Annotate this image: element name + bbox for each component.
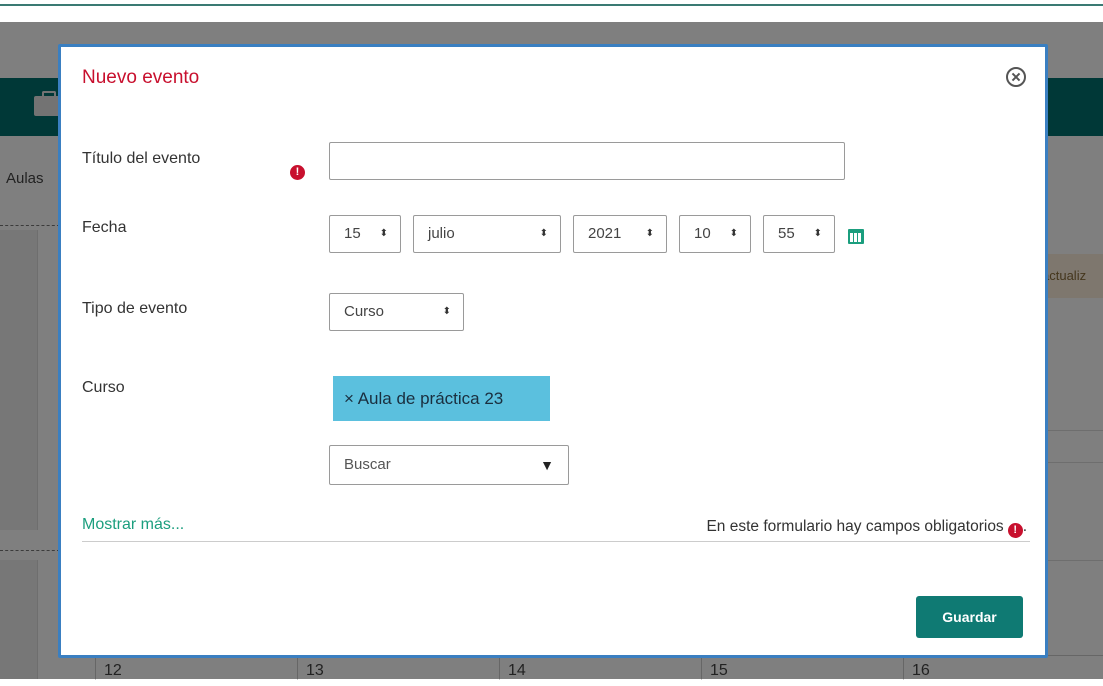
required-fields-note: En este formulario hay campos obligatori…: [706, 518, 1027, 538]
updown-arrows-icon: ⬍: [539, 228, 548, 239]
month-value: julio: [428, 225, 455, 242]
updown-arrows-icon: ⬍: [379, 228, 388, 239]
year-select[interactable]: 2021 ⬍: [573, 215, 667, 253]
show-more-link[interactable]: Mostrar más...: [82, 516, 184, 534]
event-title-input[interactable]: [329, 142, 845, 180]
save-button[interactable]: Guardar: [916, 596, 1023, 638]
new-event-dialog: Nuevo evento Título del evento ! Fecha 1…: [58, 44, 1048, 658]
course-search-select[interactable]: Buscar ▼: [329, 445, 569, 485]
required-icon: !: [290, 165, 305, 180]
dialog-title: Nuevo evento: [82, 67, 200, 88]
hour-value: 10: [694, 225, 711, 242]
required-note-end: .: [1022, 518, 1027, 535]
calendar-icon[interactable]: [848, 229, 864, 244]
search-placeholder: Buscar: [344, 456, 391, 473]
required-icon: !: [1007, 523, 1023, 538]
event-title-label: Título del evento: [82, 150, 201, 167]
hour-select[interactable]: 10 ⬍: [679, 215, 751, 253]
updown-arrows-icon: ⬍: [729, 228, 738, 239]
required-note-text: En este formulario hay campos obligatori…: [706, 518, 1004, 535]
close-icon[interactable]: [1006, 67, 1026, 87]
updown-arrows-icon: ⬍: [442, 306, 451, 317]
top-strip: [0, 0, 1103, 22]
month-select[interactable]: julio ⬍: [413, 215, 561, 253]
updown-arrows-icon: ⬍: [645, 228, 654, 239]
event-type-label: Tipo de evento: [82, 300, 188, 317]
event-type-select[interactable]: Curso ⬍: [329, 293, 464, 331]
selected-course-tag[interactable]: × Aula de práctica 23: [333, 376, 550, 421]
minute-select[interactable]: 55 ⬍: [763, 215, 835, 253]
year-value: 2021: [588, 225, 622, 242]
caret-down-icon: ▼: [540, 457, 554, 473]
form-divider: [82, 541, 1030, 542]
minute-value: 55: [778, 225, 795, 242]
date-label: Fecha: [82, 219, 127, 236]
day-select[interactable]: 15 ⬍: [329, 215, 401, 253]
event-type-value: Curso: [344, 303, 385, 320]
course-label: Curso: [82, 379, 125, 396]
day-value: 15: [344, 225, 361, 242]
updown-arrows-icon: ⬍: [813, 228, 822, 239]
